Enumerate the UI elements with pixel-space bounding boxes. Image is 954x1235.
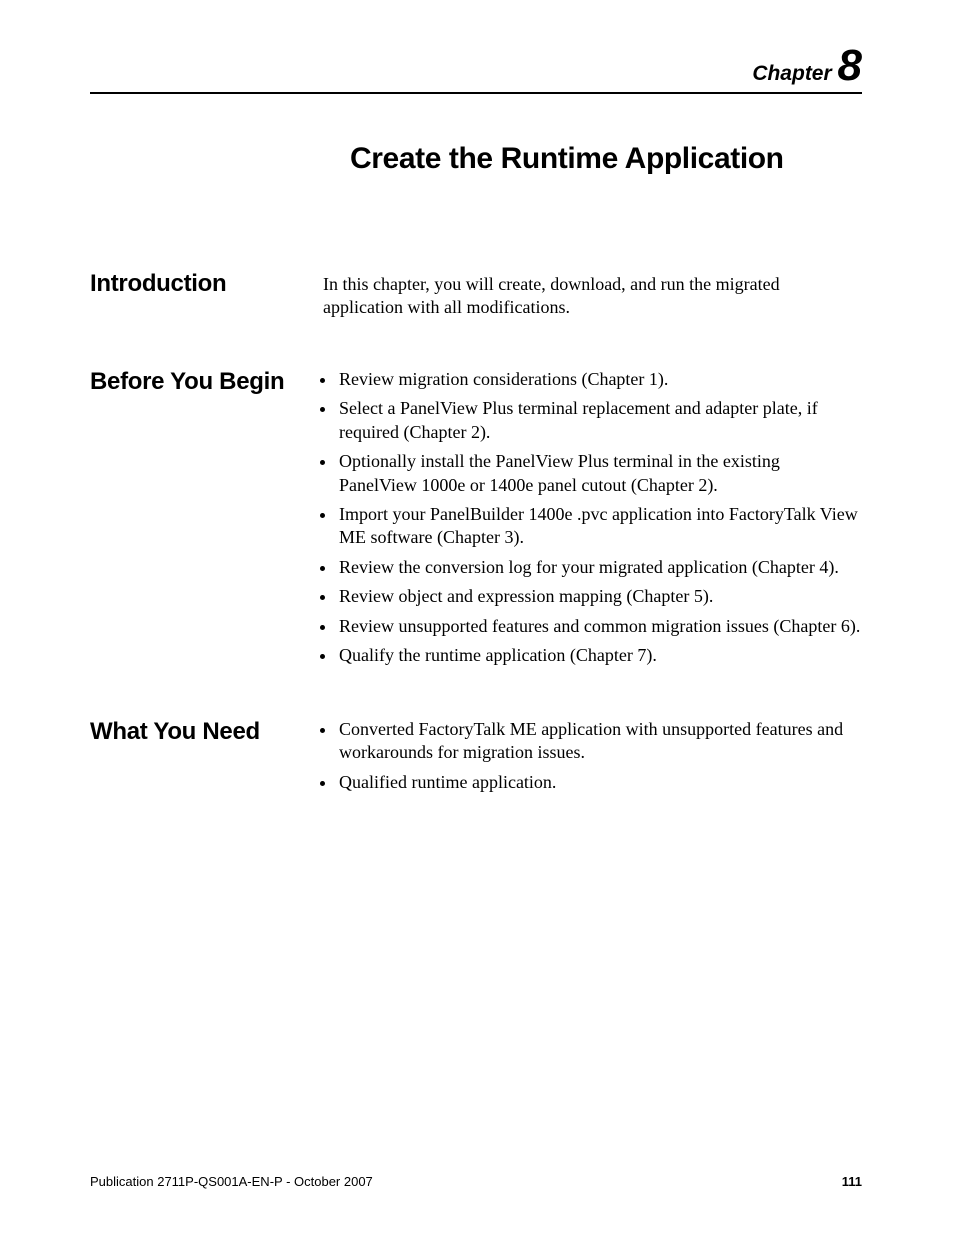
what-you-need-body: Converted FactoryTalk ME application wit… (323, 718, 862, 800)
list-item: Optionally install the PanelView Plus te… (337, 450, 862, 497)
publication-info: Publication 2711P-QS001A-EN-P - October … (90, 1174, 373, 1189)
before-you-begin-body: Review migration considerations (Chapter… (323, 368, 862, 673)
divider (90, 92, 862, 94)
list-item: Select a PanelView Plus terminal replace… (337, 397, 862, 444)
page-title: Create the Runtime Application (350, 142, 784, 176)
list-item: Review migration considerations (Chapter… (337, 368, 862, 391)
bullet-list: Converted FactoryTalk ME application wit… (323, 718, 862, 794)
introduction-body: In this chapter, you will create, downlo… (323, 273, 862, 320)
list-item: Converted FactoryTalk ME application wit… (337, 718, 862, 765)
list-item: Review the conversion log for your migra… (337, 556, 862, 579)
list-item: Import your PanelBuilder 1400e .pvc appl… (337, 503, 862, 550)
list-item: Review object and expression mapping (Ch… (337, 585, 862, 608)
chapter-label: Chapter (752, 62, 831, 85)
page-number: 111 (842, 1174, 862, 1189)
list-item: Review unsupported features and common m… (337, 615, 862, 638)
list-item: Qualify the runtime application (Chapter… (337, 644, 862, 667)
bullet-list: Review migration considerations (Chapter… (323, 368, 862, 667)
section-heading-before-you-begin: Before You Begin (90, 368, 284, 396)
list-item: Qualified runtime application. (337, 771, 862, 794)
footer: Publication 2711P-QS001A-EN-P - October … (90, 1174, 862, 1189)
chapter-number: 8 (838, 41, 862, 90)
chapter-header: Chapter 8 (752, 48, 862, 86)
section-heading-what-you-need: What You Need (90, 718, 260, 746)
section-heading-introduction: Introduction (90, 270, 226, 298)
